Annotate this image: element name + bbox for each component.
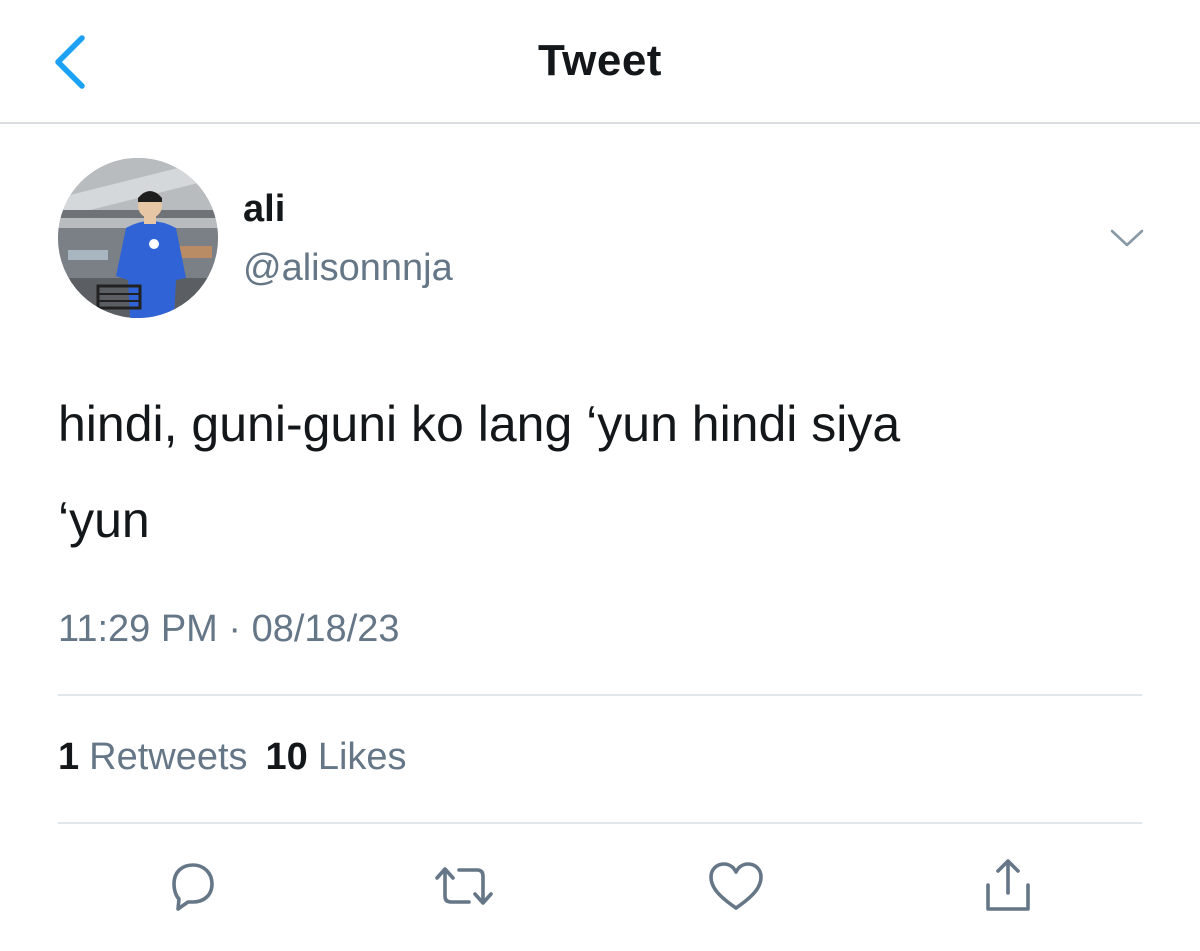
author-handle[interactable]: @alisonnnja bbox=[243, 247, 453, 290]
retweets-count: 1 bbox=[58, 736, 80, 778]
share-button[interactable] bbox=[976, 854, 1040, 918]
share-icon bbox=[986, 859, 1030, 911]
avatar-photo bbox=[58, 158, 218, 318]
likes-label: Likes bbox=[317, 736, 407, 778]
tweet-text-line: ‘yun bbox=[58, 492, 150, 548]
tweet-timestamp: 11:29 PM · 08/18/23 bbox=[58, 608, 400, 650]
author-display-name[interactable]: ali bbox=[243, 188, 285, 231]
reply-icon bbox=[172, 863, 214, 911]
reply-button[interactable] bbox=[161, 854, 225, 918]
retweets-stat[interactable]: 1 Retweets bbox=[58, 736, 248, 779]
avatar[interactable] bbox=[58, 158, 218, 318]
tweet-detail-screen: Tweet ali @alisonnnja hindi, guni-guni k… bbox=[0, 0, 1200, 951]
retweets-label: Retweets bbox=[89, 736, 248, 778]
retweet-icon bbox=[435, 867, 493, 905]
likes-count: 10 bbox=[265, 736, 308, 778]
likes-stat[interactable]: 10 Likes bbox=[266, 736, 407, 779]
page-title: Tweet bbox=[538, 36, 662, 85]
tweet-text: hindi, guni-guni ko lang ‘yun hindi siya… bbox=[58, 376, 1158, 568]
chevron-down-icon bbox=[1110, 229, 1144, 247]
tweet-options-button[interactable] bbox=[1102, 218, 1152, 258]
nav-header: Tweet bbox=[0, 0, 1200, 124]
engagement-stats: 1 Retweets 10 Likes bbox=[58, 736, 425, 779]
divider bbox=[58, 822, 1142, 824]
retweet-button[interactable] bbox=[432, 854, 496, 918]
divider bbox=[58, 694, 1142, 696]
heart-icon bbox=[709, 862, 763, 910]
tweet-text-line: hindi, guni-guni ko lang ‘yun hindi siya bbox=[58, 396, 901, 452]
like-button[interactable] bbox=[704, 854, 768, 918]
